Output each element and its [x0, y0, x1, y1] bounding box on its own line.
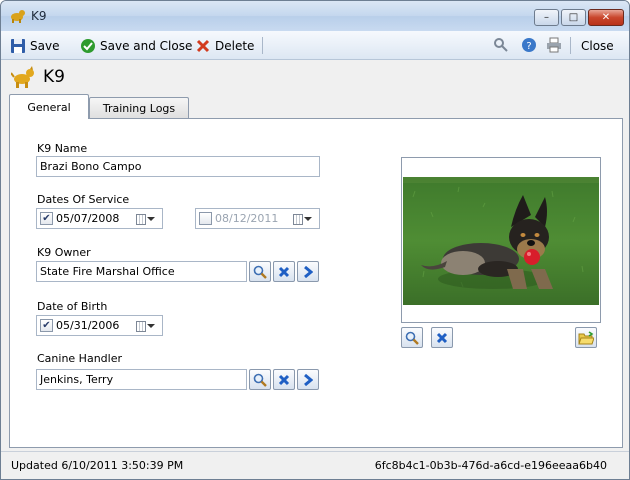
photo-clear-button[interactable] — [431, 327, 453, 348]
tab-general[interactable]: General — [9, 94, 89, 119]
maximize-button[interactable]: □ — [561, 9, 586, 26]
page-title: K9 — [43, 67, 65, 87]
k9-owner-label: K9 Owner — [37, 246, 91, 259]
window-close-button[interactable]: ✕ — [588, 9, 624, 26]
arrow-right-icon — [304, 265, 313, 278]
check-circle-icon — [80, 38, 96, 54]
delete-label: Delete — [215, 38, 255, 53]
blue-x-icon — [278, 266, 290, 277]
date-of-birth-checkbox[interactable]: ✔ — [40, 319, 53, 332]
k9-owner-input[interactable]: State Fire Marshal Office — [36, 261, 247, 282]
red-x-icon — [195, 38, 211, 54]
dog-icon — [11, 66, 34, 88]
close-button[interactable]: Close — [578, 35, 617, 56]
minimize-icon: – — [544, 12, 549, 23]
k9-photo-frame — [401, 157, 601, 323]
dates-of-service-label: Dates Of Service — [37, 193, 130, 206]
date-of-birth-label: Date of Birth — [37, 300, 108, 313]
photo-open-folder-button[interactable] — [575, 327, 597, 348]
floppy-disk-icon — [10, 38, 26, 54]
service-start-date-value: 05/07/2008 — [56, 212, 120, 225]
help-icon[interactable]: ? — [521, 37, 537, 53]
magnifier-icon — [253, 265, 267, 279]
save-and-close-label: Save and Close — [100, 38, 193, 53]
handler-open-button[interactable] — [297, 369, 319, 390]
open-folder-icon — [578, 330, 594, 344]
toolbar-separator — [262, 37, 263, 54]
window-title: K9 — [31, 9, 47, 23]
save-and-close-button[interactable]: Save and Close — [77, 35, 195, 56]
magnifier-icon — [405, 331, 419, 345]
tab-training-logs[interactable]: Training Logs — [89, 97, 189, 119]
canine-handler-label: Canine Handler — [37, 352, 122, 365]
status-bar: Updated 6/10/2011 3:50:39 PM 6fc8b4c1-0b… — [1, 451, 629, 479]
blue-x-icon — [278, 374, 290, 385]
tab-general-label: General — [27, 100, 71, 114]
k9-photo — [403, 177, 599, 305]
save-button[interactable]: Save — [7, 35, 62, 56]
minimize-button[interactable]: – — [534, 9, 559, 26]
date-of-birth-picker[interactable]: ✔ 05/31/2006 — [36, 315, 163, 336]
owner-clear-button[interactable] — [273, 261, 295, 282]
key-settings-icon[interactable] — [493, 37, 509, 53]
record-id: 6fc8b4c1-0b3b-476d-a6cd-e196eeaa6b40 — [374, 459, 607, 472]
printer-icon[interactable] — [546, 37, 562, 53]
photo-search-button[interactable] — [401, 327, 423, 348]
service-start-checkbox[interactable]: ✔ — [40, 212, 53, 225]
updated-timestamp: Updated 6/10/2011 3:50:39 PM — [11, 459, 184, 472]
arrow-right-icon — [304, 373, 313, 386]
owner-open-button[interactable] — [297, 261, 319, 282]
service-end-date-value: 08/12/2011 — [215, 212, 279, 225]
calendar-dropdown-icon[interactable] — [136, 319, 158, 333]
owner-search-button[interactable] — [249, 261, 271, 282]
delete-button[interactable]: Delete — [192, 35, 257, 56]
form-header: K9 — [1, 61, 629, 93]
handler-clear-button[interactable] — [273, 369, 295, 390]
service-end-date-picker[interactable]: 08/12/2011 — [195, 208, 320, 229]
magnifier-icon — [253, 373, 267, 387]
save-label: Save — [30, 38, 60, 53]
title-bar: K9 – □ ✕ — [1, 1, 629, 31]
close-label: Close — [581, 38, 614, 53]
calendar-dropdown-icon[interactable] — [136, 212, 158, 226]
dog-app-icon — [11, 10, 25, 23]
handler-search-button[interactable] — [249, 369, 271, 390]
close-icon: ✕ — [601, 12, 611, 23]
service-start-date-picker[interactable]: ✔ 05/07/2008 — [36, 208, 163, 229]
service-end-checkbox[interactable] — [199, 212, 212, 225]
k9-name-input[interactable]: Brazi Bono Campo — [36, 156, 320, 177]
date-of-birth-value: 05/31/2006 — [56, 319, 120, 332]
toolbar-separator — [570, 37, 571, 54]
svg-text:?: ? — [526, 41, 531, 52]
canine-handler-input[interactable]: Jenkins, Terry — [36, 369, 247, 390]
blue-x-icon — [436, 332, 448, 343]
toolbar: Save Save and Close Delete ? Close — [1, 31, 629, 60]
maximize-icon: □ — [568, 12, 579, 23]
tab-training-logs-label: Training Logs — [102, 102, 176, 115]
k9-name-label: K9 Name — [37, 142, 88, 155]
k9-window: K9 – □ ✕ Save Save and Close Delete ? Cl… — [0, 0, 630, 480]
calendar-dropdown-icon[interactable] — [293, 212, 315, 226]
